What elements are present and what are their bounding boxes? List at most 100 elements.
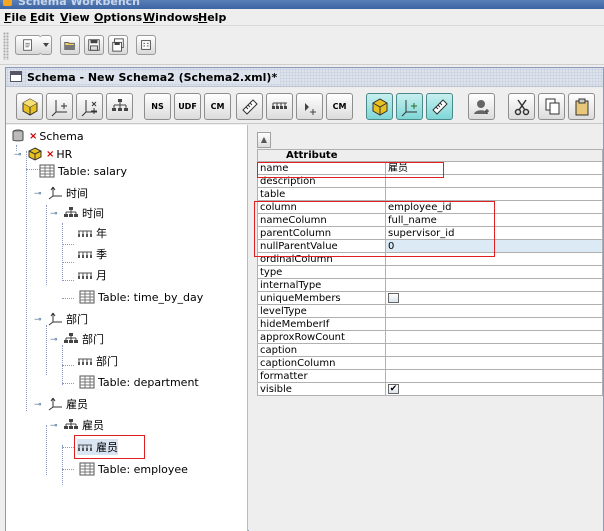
collapse-toggle-icon[interactable]: ⊸ <box>14 150 22 160</box>
table-row[interactable]: type <box>257 265 603 279</box>
table-row[interactable]: internalType <box>257 278 603 292</box>
property-value[interactable] <box>385 369 603 383</box>
property-value[interactable] <box>385 304 603 318</box>
tree-node-dimension-time[interactable]: ⊸ 时间 <box>34 185 88 201</box>
add-dimension-usage-button[interactable] <box>76 93 103 120</box>
cut-button[interactable] <box>508 93 535 120</box>
property-key: internalType <box>257 278 386 292</box>
property-value-column[interactable]: employee_id <box>385 200 603 214</box>
table-row[interactable]: table <box>257 187 603 201</box>
table-row[interactable]: uniqueMembers <box>257 291 603 305</box>
collapse-toggle-icon[interactable]: ⊸ <box>34 400 42 410</box>
property-value[interactable] <box>385 330 603 344</box>
property-value-name[interactable]: 雇员 <box>385 161 603 175</box>
property-value-null-parent[interactable]: 0 <box>385 239 603 253</box>
tree-node-table-department[interactable]: Table: department <box>79 374 199 390</box>
tree-node-schema[interactable]: × Schema <box>10 128 84 144</box>
visible-checkbox[interactable]: ✔ <box>388 383 399 394</box>
role-button[interactable] <box>468 93 495 120</box>
tree-node-level-department[interactable]: 部门 <box>77 353 118 369</box>
add-calculated-member-button[interactable]: CM <box>204 93 231 120</box>
cube-view-button[interactable] <box>366 93 393 120</box>
add-udf-button[interactable]: UDF <box>174 93 201 120</box>
add-dimension-button[interactable] <box>46 93 73 120</box>
copy-button[interactable] <box>538 93 565 120</box>
tree-label-level-month: 月 <box>96 269 107 282</box>
property-value-visible[interactable]: ✔ <box>385 382 603 396</box>
menu-help[interactable]: Help <box>198 11 226 24</box>
tree-node-hierarchy-time[interactable]: ⊸ 时间 <box>50 205 104 221</box>
tree-label-hierarchy-department: 部门 <box>82 333 104 346</box>
add-property-button[interactable] <box>296 93 323 120</box>
schema-tree[interactable]: × Schema ⊸ × HR Table: salary ⊸ 时间 ⊸ 时间 年 <box>6 125 248 531</box>
property-value[interactable] <box>385 252 603 266</box>
table-row[interactable]: description <box>257 174 603 188</box>
scroll-up-arrow-icon[interactable]: ▲ <box>257 132 271 148</box>
measure-view-button[interactable] <box>426 93 453 120</box>
table-row[interactable]: captionColumn <box>257 356 603 370</box>
save-button[interactable] <box>84 35 104 55</box>
save-as-button[interactable] <box>108 35 128 55</box>
property-value[interactable] <box>385 317 603 331</box>
tree-node-level-quarter[interactable]: 季 <box>77 246 107 262</box>
tree-node-level-employee[interactable]: 雇员 <box>77 439 118 455</box>
collapse-toggle-icon[interactable]: ⊸ <box>34 189 42 199</box>
menu-edit[interactable]: Edit <box>30 11 54 24</box>
add-calculated-member-property-button[interactable]: CM <box>326 93 353 120</box>
menu-file[interactable]: File <box>4 11 27 24</box>
tree-node-dimension-employee[interactable]: ⊸ 雇员 <box>34 396 88 412</box>
table-row[interactable]: nullParentValue 0 <box>257 239 603 253</box>
dimension-view-button[interactable] <box>396 93 423 120</box>
property-value[interactable] <box>385 356 603 370</box>
menu-options[interactable]: Options <box>94 11 142 24</box>
schema-window-titlebar[interactable]: Schema - New Schema2 (Schema2.xml)* <box>6 68 603 87</box>
property-value-parent-column[interactable]: supervisor_id <box>385 226 603 240</box>
add-hierarchy-button[interactable] <box>106 93 133 120</box>
property-value-name-column[interactable]: full_name <box>385 213 603 227</box>
add-cube-button[interactable] <box>16 93 43 120</box>
collapse-toggle-icon[interactable]: ⊸ <box>50 421 58 431</box>
table-row[interactable]: caption <box>257 343 603 357</box>
table-row[interactable]: formatter <box>257 369 603 383</box>
collapse-toggle-icon[interactable]: ⊸ <box>34 315 42 325</box>
tree-node-hierarchy-employee[interactable]: ⊸ 雇员 <box>50 417 104 433</box>
property-value[interactable] <box>385 278 603 292</box>
tree-node-dimension-department[interactable]: ⊸ 部门 <box>34 311 88 327</box>
table-row[interactable]: ordinalColumn <box>257 252 603 266</box>
table-row[interactable]: visible ✔ <box>257 382 603 396</box>
tree-node-table-employee[interactable]: Table: employee <box>79 461 188 477</box>
table-row[interactable]: levelType <box>257 304 603 318</box>
collapse-toggle-icon[interactable]: ⊸ <box>50 335 58 345</box>
table-row[interactable]: column employee_id <box>257 200 603 214</box>
table-row[interactable]: hideMemberIf <box>257 317 603 331</box>
tree-node-level-month[interactable]: 月 <box>77 267 107 283</box>
unique-members-checkbox[interactable] <box>388 292 399 303</box>
new-button[interactable] <box>15 35 41 55</box>
menu-windows[interactable]: Windows <box>143 11 199 24</box>
table-row[interactable]: approxRowCount <box>257 330 603 344</box>
table-row[interactable]: name 雇员 <box>257 161 603 175</box>
tree-node-table-salary[interactable]: Table: salary <box>39 163 127 179</box>
open-button[interactable] <box>60 35 80 55</box>
table-row[interactable]: parentColumn supervisor_id <box>257 226 603 240</box>
new-dropdown-button[interactable] <box>40 35 52 55</box>
collapse-toggle-icon[interactable]: ⊸ <box>50 209 58 219</box>
tree-node-hierarchy-department[interactable]: ⊸ 部门 <box>50 331 104 347</box>
add-measure-button[interactable] <box>236 93 263 120</box>
menu-view[interactable]: View <box>60 11 90 24</box>
property-value[interactable] <box>385 343 603 357</box>
tree-node-cube-hr[interactable]: ⊸ × HR <box>14 146 72 162</box>
table-row[interactable]: nameColumn full_name <box>257 213 603 227</box>
add-level-button[interactable] <box>266 93 293 120</box>
property-key: captionColumn <box>257 356 386 370</box>
property-value[interactable] <box>385 174 603 188</box>
add-named-set-button[interactable]: NS <box>144 93 171 120</box>
property-value[interactable] <box>385 187 603 201</box>
property-value[interactable] <box>385 265 603 279</box>
preferences-button[interactable] <box>136 35 156 55</box>
tree-node-level-year[interactable]: 年 <box>77 225 107 241</box>
udf-icon: UDF <box>178 101 197 111</box>
tree-node-table-time-by-day[interactable]: Table: time_by_day <box>79 289 203 305</box>
paste-button[interactable] <box>568 93 595 120</box>
property-value-unique-members[interactable] <box>385 291 603 305</box>
